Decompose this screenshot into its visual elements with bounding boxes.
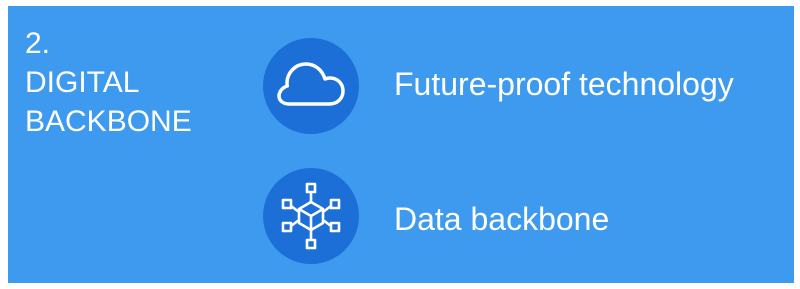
item-label-future-proof-technology: Future-proof technology bbox=[394, 66, 734, 102]
section-number: 2. bbox=[25, 27, 51, 60]
digital-backbone-panel: 2. DIGITAL BACKBONE Future-proof technol… bbox=[8, 6, 794, 283]
section-title-line2: BACKBONE bbox=[25, 105, 192, 138]
section-title-line1: DIGITAL bbox=[25, 66, 140, 99]
item-label-data-backbone: Data backbone bbox=[394, 201, 610, 237]
section-heading: 2. DIGITAL BACKBONE bbox=[25, 24, 192, 141]
cloud-icon bbox=[263, 38, 359, 134]
network-cube-icon bbox=[263, 168, 359, 264]
